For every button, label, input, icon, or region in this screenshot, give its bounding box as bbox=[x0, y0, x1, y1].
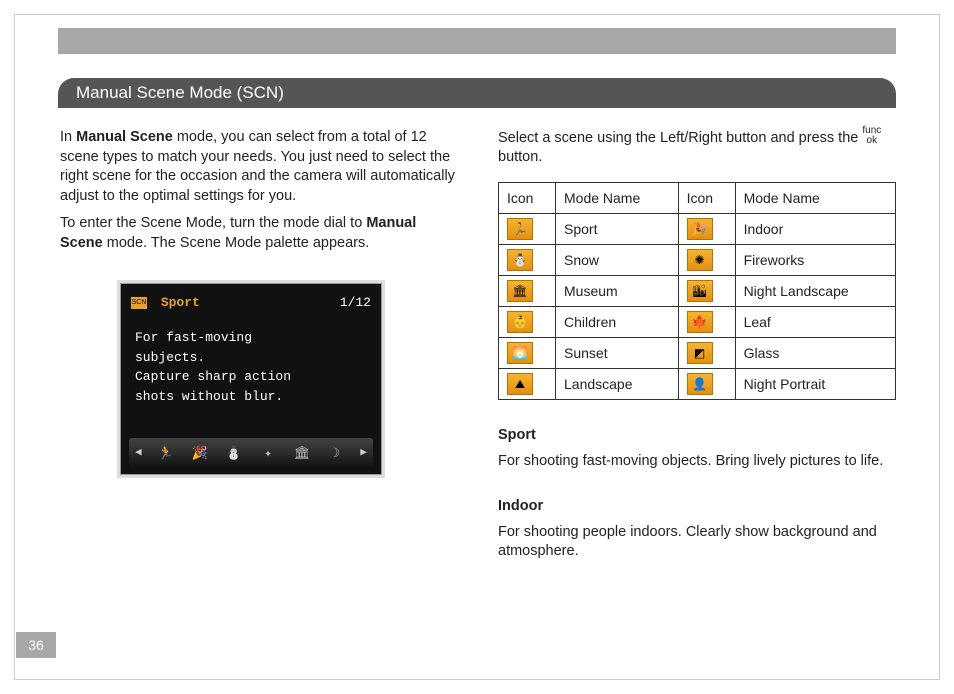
landscape-icon: ⛰ bbox=[507, 373, 533, 395]
fireworks-icon: ✺ bbox=[687, 249, 713, 271]
mode-name: Night Portrait bbox=[735, 368, 895, 399]
text: In bbox=[60, 129, 76, 145]
mode-name: Landscape bbox=[556, 368, 679, 399]
intro-paragraph-2: To enter the Scene Mode, turn the mode d… bbox=[60, 214, 460, 253]
right-column: Select a scene using the Left/Right butt… bbox=[498, 128, 896, 562]
lcd-line: For fast-moving bbox=[135, 328, 367, 348]
mode-name: Snow bbox=[556, 244, 679, 275]
sunset-icon: 🌅 bbox=[507, 342, 533, 364]
lcd-mode: SCN Sport bbox=[131, 294, 200, 312]
arrow-left-icon: ◀ bbox=[135, 446, 142, 461]
lcd-description: For fast-moving subjects. Capture sharp … bbox=[135, 328, 367, 406]
lcd-header: SCN Sport 1/12 bbox=[131, 294, 371, 312]
table-row: 🏃 Sport 🎉 Indoor bbox=[499, 213, 896, 244]
text-bold: Manual Scene bbox=[76, 129, 173, 145]
left-column: In Manual Scene mode, you can select fro… bbox=[60, 128, 460, 475]
th-icon: Icon bbox=[499, 182, 556, 213]
sport-description: For shooting fast-moving objects. Bring … bbox=[498, 452, 896, 472]
indoor-description: For shooting people indoors. Clearly sho… bbox=[498, 523, 896, 562]
lcd-line: subjects. bbox=[135, 348, 367, 368]
table-row: 👶 Children 🍁 Leaf bbox=[499, 306, 896, 337]
sport-icon: 🏃 bbox=[507, 218, 533, 240]
museum-icon: 🏛 bbox=[507, 280, 533, 302]
text: Select a scene using the Left/Right butt… bbox=[498, 130, 862, 146]
mode-name: Sport bbox=[556, 213, 679, 244]
table-row: 🌅 Sunset ◩ Glass bbox=[499, 337, 896, 368]
th-name: Mode Name bbox=[735, 182, 895, 213]
mode-name: Glass bbox=[735, 337, 895, 368]
children-icon: 👶 bbox=[507, 311, 533, 333]
func-ok-icon: funcok bbox=[862, 126, 881, 146]
thumb-sunset-icon: ☽ bbox=[326, 443, 346, 463]
thumb-snow-icon: ⛄ bbox=[224, 443, 244, 463]
scene-modes-table: Icon Mode Name Icon Mode Name 🏃 Sport 🎉 … bbox=[498, 182, 896, 400]
text: To enter the Scene Mode, turn the mode d… bbox=[60, 215, 366, 231]
lcd-preview: SCN Sport 1/12 For fast-moving subjects.… bbox=[120, 283, 382, 475]
table-row: 🏛 Museum 🏙 Night Landscape bbox=[499, 275, 896, 306]
lcd-line: Capture sharp action bbox=[135, 367, 367, 387]
lcd-counter: 1/12 bbox=[340, 294, 371, 312]
indoor-icon: 🎉 bbox=[687, 218, 713, 240]
table-row: ⛰ Landscape 👤 Night Portrait bbox=[499, 368, 896, 399]
sport-heading: Sport bbox=[498, 426, 896, 446]
lcd-mode-label: Sport bbox=[161, 295, 200, 310]
table-row: ⛄ Snow ✺ Fireworks bbox=[499, 244, 896, 275]
thumb-museum-icon: 🏛 bbox=[292, 443, 312, 463]
th-icon: Icon bbox=[678, 182, 735, 213]
glass-icon: ◩ bbox=[687, 342, 713, 364]
arrow-right-icon: ▶ bbox=[360, 446, 367, 461]
table-header-row: Icon Mode Name Icon Mode Name bbox=[499, 182, 896, 213]
text: mode. The Scene Mode palette appears. bbox=[103, 235, 370, 251]
thumb-sport-icon: 🏃 bbox=[156, 443, 176, 463]
night-landscape-icon: 🏙 bbox=[687, 280, 713, 302]
intro-paragraph-1: In Manual Scene mode, you can select fro… bbox=[60, 128, 460, 206]
mode-name: Fireworks bbox=[735, 244, 895, 275]
mode-name: Night Landscape bbox=[735, 275, 895, 306]
indoor-heading: Indoor bbox=[498, 497, 896, 517]
snow-icon: ⛄ bbox=[507, 249, 533, 271]
lcd-thumb-bar: ◀ 🏃 🎉 ⛄ ✦ 🏛 ☽ ▶ bbox=[129, 438, 373, 468]
text: button. bbox=[498, 149, 542, 165]
section-title: Manual Scene Mode (SCN) bbox=[58, 78, 896, 108]
header-bar bbox=[58, 28, 896, 54]
mode-name: Indoor bbox=[735, 213, 895, 244]
thumb-indoor-icon: 🎉 bbox=[190, 443, 210, 463]
night-portrait-icon: 👤 bbox=[687, 373, 713, 395]
scn-badge-icon: SCN bbox=[131, 297, 147, 309]
mode-name: Museum bbox=[556, 275, 679, 306]
mode-name: Sunset bbox=[556, 337, 679, 368]
mode-name: Children bbox=[556, 306, 679, 337]
instruction-text: Select a scene using the Left/Right butt… bbox=[498, 128, 896, 168]
leaf-icon: 🍁 bbox=[687, 311, 713, 333]
lcd-line: shots without blur. bbox=[135, 387, 367, 407]
thumb-fireworks-icon: ✦ bbox=[258, 443, 278, 463]
th-name: Mode Name bbox=[556, 182, 679, 213]
page-number: 36 bbox=[16, 632, 56, 658]
mode-name: Leaf bbox=[735, 306, 895, 337]
